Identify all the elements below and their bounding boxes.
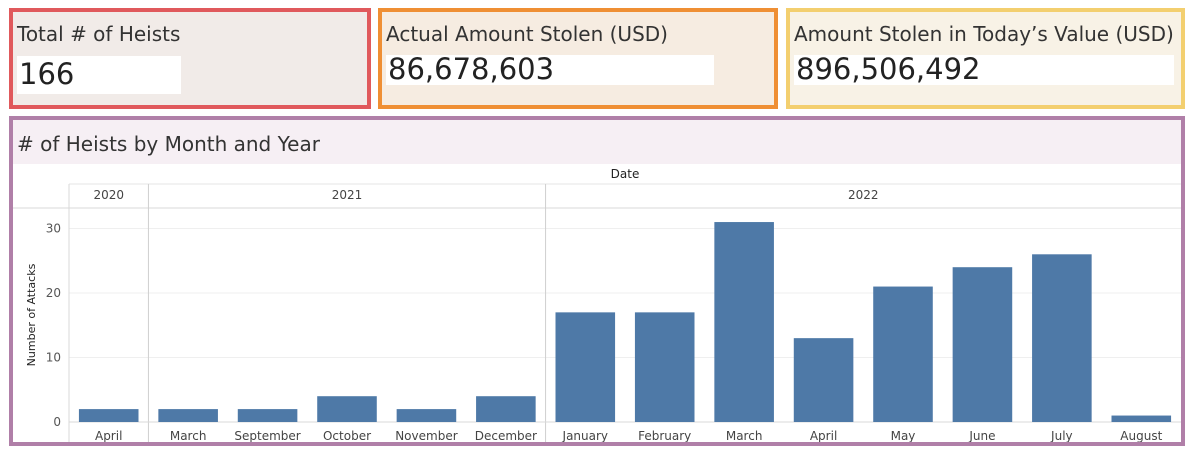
kpi-value: 896,506,492 [796,52,981,86]
kpi-title: Actual Amount Stolen (USD) [386,22,668,46]
bar [396,409,457,422]
x-tick-label: July [1050,429,1073,442]
kpi-amount-todays-value: Amount Stolen in Today’s Value (USD) 896… [786,8,1185,109]
chart-title: # of Heists by Month and Year [17,132,320,156]
bar [317,396,377,422]
bar [555,312,616,422]
x-tick-label: March [170,429,207,442]
kpi-value: 166 [19,57,75,91]
bar [952,267,1013,422]
x-tick-label: March [726,429,763,442]
x-tick-label: December [475,429,537,442]
bar [78,409,139,422]
kpi-actual-amount-stolen: Actual Amount Stolen (USD) 86,678,603 [378,8,778,109]
bar-chart: Date 0 10 20 30 Number of Attacks 2020 2021 2022… [13,167,1181,442]
kpi-value-box: 86,678,603 [386,52,714,86]
kpi-title: Amount Stolen in Today’s Value (USD) [794,22,1174,46]
x-tick-label: November [395,429,457,442]
bar [634,312,695,422]
bar [237,409,298,422]
y-tick-label: 20 [46,286,61,300]
y-tick-label: 30 [46,222,61,236]
x-tick-label: April [95,429,122,442]
x-tick-label: May [891,429,916,442]
bar [158,409,218,422]
year-label: 2022 [848,188,879,202]
y-tick-label: 10 [46,351,61,365]
bar [1111,415,1172,422]
year-label: 2020 [93,188,124,202]
x-tick-label: June [968,429,995,442]
x-tick-label: September [234,429,300,442]
bar [873,286,933,422]
x-tick-label: January [562,429,609,442]
chart-title-band: # of Heists by Month and Year [13,120,1181,164]
x-tick-label: February [638,429,691,442]
year-label: 2021 [332,188,363,202]
heists-chart-panel: # of Heists by Month and Year Date 0 10 20 3… [9,116,1185,446]
x-tick-label: April [810,429,837,442]
y-axis-title: Number of Attacks [25,263,38,366]
kpi-title: Total # of Heists [17,22,181,46]
kpi-value-box: 896,506,492 [794,52,1174,86]
kpi-value-box: 166 [17,56,181,94]
kpi-value: 86,678,603 [388,52,555,86]
bar [714,222,774,422]
bar [1032,254,1092,422]
y-tick-label: 0 [53,415,61,429]
x-tick-label: August [1120,429,1162,442]
kpi-total-heists: Total # of Heists 166 [9,8,371,109]
bar [793,338,854,422]
bar [476,396,536,422]
x-tick-label: October [323,429,371,442]
column-header-label: Date [611,167,640,181]
